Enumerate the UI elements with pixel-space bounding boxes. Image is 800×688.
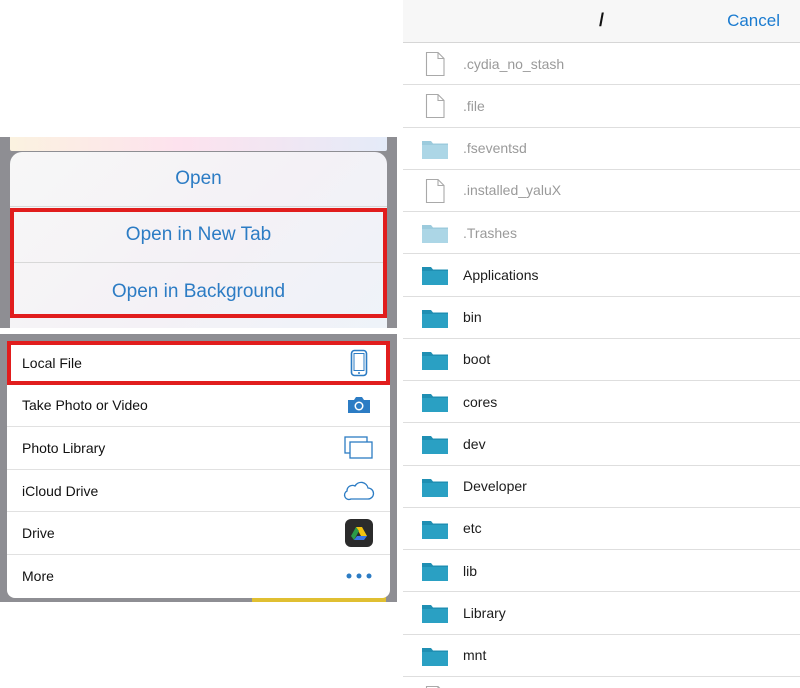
file-row[interactable]: .cydia_no_stash <box>403 43 800 86</box>
menu-item-drive[interactable]: Drive <box>7 512 390 555</box>
file-row[interactable]: lib <box>403 550 800 593</box>
file-row[interactable] <box>403 677 800 688</box>
file-name: .Trashes <box>463 224 517 241</box>
google-drive-icon <box>343 519 375 548</box>
menu-item-local-file[interactable]: Local File <box>7 342 390 385</box>
file-source-menu: Local File Take Photo or Video Photo Lib… <box>7 342 390 598</box>
file-name: .file <box>463 97 485 114</box>
menu-item-photo-library[interactable]: Photo Library <box>7 427 390 470</box>
menu-item-label: Take Photo or Video <box>22 397 148 414</box>
menu-item-label: More <box>22 568 54 585</box>
file-browser: / Cancel .cydia_no_stash .file .fseventsd.… <box>403 0 800 688</box>
file-name: .cydia_no_stash <box>463 55 565 72</box>
file-name: .fseventsd <box>463 140 527 157</box>
camera-icon <box>343 391 375 419</box>
document-icon <box>421 92 449 120</box>
file-name: Developer <box>463 478 527 495</box>
menu-item-label: Local File <box>22 354 82 371</box>
folder-icon <box>421 515 449 543</box>
file-name: etc <box>463 520 482 537</box>
photo-library-icon <box>343 434 375 462</box>
menu-item-more[interactable]: More <box>7 555 390 598</box>
file-name: cores <box>463 393 498 410</box>
icloud-icon <box>343 477 375 505</box>
file-name: lib <box>463 562 478 579</box>
sheet-background-peek <box>10 137 387 151</box>
menu-item-label: Drive <box>22 525 55 542</box>
file-name: mnt <box>463 647 487 664</box>
folder-icon <box>421 430 449 458</box>
folder-icon <box>421 261 449 289</box>
folder-icon <box>421 473 449 501</box>
open-menu-card: Open Open in New Tab Open in Background <box>10 152 387 328</box>
document-icon <box>421 684 449 688</box>
file-row[interactable]: etc <box>403 508 800 550</box>
file-name: Applications <box>463 266 539 283</box>
folder-icon <box>421 304 449 332</box>
file-row[interactable]: .fseventsd <box>403 128 800 170</box>
open-button-label: Open <box>175 168 222 189</box>
open-action-sheet: Open Open in New Tab Open in Background <box>0 137 397 328</box>
file-source-sheet: Local File Take Photo or Video Photo Lib… <box>0 334 397 602</box>
file-row[interactable]: bin <box>403 297 800 339</box>
file-name: .installed_yaluX <box>463 182 562 199</box>
menu-item-label: iCloud Drive <box>22 482 99 499</box>
file-name: Library <box>463 604 506 621</box>
file-row[interactable]: Library <box>403 592 800 635</box>
file-name: bin <box>463 309 482 326</box>
more-icon <box>343 562 375 590</box>
file-row[interactable]: .file <box>403 85 800 128</box>
folder-icon <box>421 557 449 585</box>
document-icon <box>421 177 449 205</box>
file-row[interactable]: boot <box>403 339 800 381</box>
file-row[interactable]: .Trashes <box>403 212 800 255</box>
open-in-new-tab-label: Open in New Tab <box>125 224 272 245</box>
phone-icon <box>343 349 375 377</box>
file-row[interactable]: dev <box>403 423 800 466</box>
folder-icon <box>421 346 449 374</box>
file-name: boot <box>463 351 491 368</box>
document-icon <box>421 50 449 78</box>
folder-icon <box>421 388 449 416</box>
file-row[interactable]: .installed_yaluX <box>403 170 800 212</box>
open-button[interactable]: Open <box>10 152 387 207</box>
folder-icon <box>421 642 449 670</box>
file-row[interactable]: cores <box>403 381 800 424</box>
navigation-bar: / Cancel <box>403 0 800 43</box>
folder-icon <box>421 135 449 163</box>
file-row[interactable]: Applications <box>403 254 800 297</box>
menu-item-label: Photo Library <box>22 439 106 456</box>
file-row[interactable]: mnt <box>403 635 800 677</box>
folder-icon <box>421 599 449 627</box>
file-name: dev <box>463 435 486 452</box>
cancel-button[interactable]: Cancel <box>727 11 780 31</box>
open-in-background-label: Open in Background <box>111 280 286 302</box>
open-in-new-tab-button[interactable]: Open in New Tab <box>10 208 387 263</box>
menu-item-take-photo[interactable]: Take Photo or Video <box>7 385 390 428</box>
file-row[interactable]: Developer <box>403 466 800 508</box>
menu-item-icloud-drive[interactable]: iCloud Drive <box>7 470 390 513</box>
folder-icon <box>421 219 449 247</box>
open-in-background-button[interactable]: Open in Background <box>10 264 387 319</box>
